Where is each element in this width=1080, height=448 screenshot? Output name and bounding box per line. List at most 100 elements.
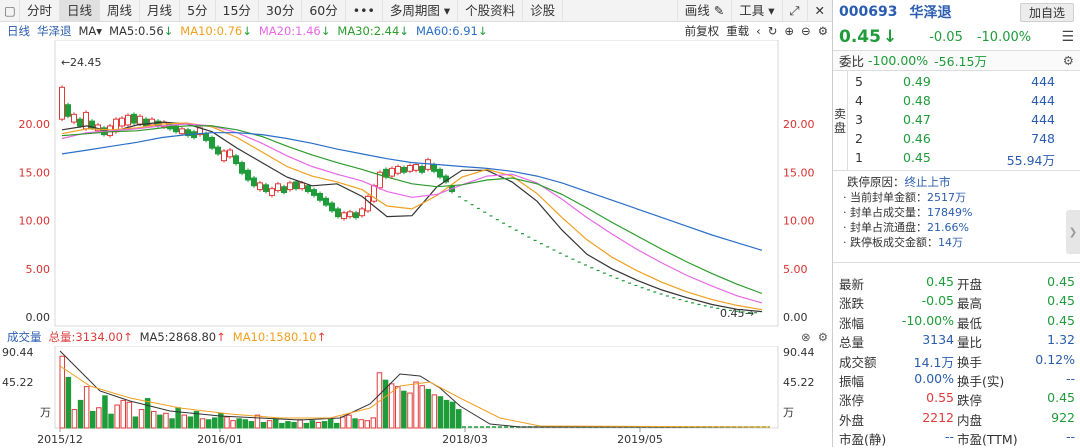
volume-bar <box>114 404 120 429</box>
volume-total-text: 总量:3134.00 <box>48 330 123 344</box>
ma60-text: MA60:6.91 <box>415 24 478 38</box>
draw-line-button[interactable]: 画线 ✎ <box>676 0 731 22</box>
volume-bar <box>346 414 352 429</box>
candle-body <box>275 183 281 192</box>
volume-bar <box>395 386 401 429</box>
candle-body <box>263 184 269 193</box>
candle-body <box>305 185 311 193</box>
y-tick-right: 0.00 <box>783 311 808 324</box>
volume-ma10-text: MA10:1580.10 <box>232 330 317 344</box>
volume-bar <box>102 395 108 429</box>
volume-bar <box>334 422 340 429</box>
ma-dropdown[interactable]: MA▾ <box>79 24 103 38</box>
candle-body <box>203 133 209 141</box>
candle-body <box>245 169 251 181</box>
menu-icon[interactable]: ☰ <box>1061 29 1074 45</box>
sell-level: 4 <box>855 93 863 108</box>
quote-value: 0.45 <box>1047 274 1075 289</box>
candle-body <box>335 208 341 218</box>
tab-monthly[interactable]: 月线 <box>140 0 181 22</box>
candle-body <box>227 149 233 158</box>
reason-value: 终止上市 <box>904 175 951 189</box>
volume-bar <box>352 418 358 429</box>
sell-order-row: 4 0.48 444 <box>855 93 1075 111</box>
candle-body <box>77 118 83 127</box>
ma-status-bar: 日线 华泽退 MA▾ MA5:0.56↓ MA10:0.76↓ MA20:1.4… <box>0 22 832 40</box>
volume-close-icon[interactable]: ⊗ <box>801 330 811 344</box>
candle-body <box>251 177 257 187</box>
price-frame <box>54 40 779 327</box>
reason-key: · 封单占流通盘： <box>843 221 927 234</box>
tab-stock-info[interactable]: 个股资料 <box>458 0 524 22</box>
order-settings-icon[interactable]: ⚙ <box>1063 53 1074 68</box>
fq-label[interactable]: 前复权 <box>685 23 720 39</box>
back-icon[interactable]: ‹ <box>756 24 761 38</box>
y-tick-right: 15.00 <box>783 166 815 179</box>
y-tick-right: 10.00 <box>783 215 815 228</box>
x-tick: 2018/03 <box>442 433 488 446</box>
candle-body <box>233 155 239 165</box>
volume-bar <box>303 422 309 429</box>
volume-bar <box>401 390 407 429</box>
volume-bar <box>187 416 194 429</box>
y-tick-left: 0.00 <box>26 311 51 324</box>
tab-60min[interactable]: 60分 <box>302 0 346 22</box>
candle-body <box>131 113 137 124</box>
down-arrow-icon: ↓ <box>882 27 898 47</box>
tab-fenshi[interactable]: 分时 <box>20 0 61 22</box>
close-icon[interactable]: ✕ <box>806 0 832 22</box>
y-tick-left: 10.00 <box>19 215 51 228</box>
zoom-in-icon[interactable]: ⊕ <box>784 24 794 38</box>
quote-row: 涨跌 -0.05 最高 0.45 <box>833 292 1080 311</box>
candle-body <box>215 146 221 155</box>
candle-body <box>329 202 335 212</box>
tab-15min[interactable]: 15分 <box>216 0 259 22</box>
candle-body <box>311 189 317 196</box>
ma5-value: MA5:0.56↓ <box>109 24 174 38</box>
settings-icon[interactable]: ⚙ <box>818 24 828 38</box>
volume-bar <box>71 409 78 429</box>
quote-label: 换手(实) <box>957 373 1005 389</box>
quote-value: 0.45 <box>1047 390 1075 406</box>
vol-tick-unit-right: 万 <box>783 406 794 419</box>
tab-5min[interactable]: 5分 <box>180 0 216 22</box>
add-watchlist-button[interactable]: 加自选 <box>1019 2 1074 22</box>
volume-total: 总量:3134.00↑ <box>48 330 133 344</box>
chevron-down-icon: ▾ <box>768 2 775 18</box>
quote-value: -0.05 <box>921 293 954 309</box>
volume-bar <box>65 376 72 429</box>
zoom-out-icon[interactable]: ⊖ <box>801 24 811 38</box>
current-price: 0.45 <box>839 27 881 47</box>
collapse-icon[interactable]: ▢ <box>0 0 20 22</box>
tab-weekly[interactable]: 周线 <box>100 0 141 22</box>
reload-label[interactable]: 重载 <box>726 23 749 39</box>
candle-body <box>65 104 71 117</box>
tab-daily[interactable]: 日线 <box>60 0 101 22</box>
tab-diagnose[interactable]: 诊股 <box>523 0 564 22</box>
ma10-text: MA10:0.76 <box>180 24 243 38</box>
ma5-text: MA5:0.56 <box>109 24 164 38</box>
price-chart: 20.00 15.00 10.00 5.00 0.00 20.00 15.00 10.00 5… <box>19 40 815 327</box>
fullscreen-icon[interactable]: ⤢ <box>781 0 807 22</box>
volume-settings-icon[interactable]: ⚙ <box>818 330 828 344</box>
quote-label: 涨停 <box>839 393 865 409</box>
volume-status-bar: 成交量 总量:3134.00↑ MA5:2868.80↑ MA10:1580.1… <box>0 328 832 346</box>
stock-label: 华泽退 <box>37 24 72 38</box>
stock-name: 华泽退 <box>909 5 952 21</box>
tab-multi-period[interactable]: 多周期图 ▾ <box>383 0 459 22</box>
expand-panel-icon[interactable]: ❯ <box>1066 210 1080 254</box>
limit-down-reason: 跌停原因：终止上市 · 当前封单金额：2517万 · 封单占成交量：17849% ·… <box>833 171 1080 263</box>
quote-label: 最高 <box>957 296 983 312</box>
tools-button[interactable]: 工具 ▾ <box>731 0 781 22</box>
refresh-icon[interactable]: ↻ <box>768 24 778 38</box>
tab-30min[interactable]: 30分 <box>259 0 303 22</box>
quote-value: 3134 <box>922 332 954 348</box>
candle-body <box>419 165 425 173</box>
volume-bar <box>315 421 322 429</box>
quote-label: 振幅 <box>839 373 865 389</box>
panel-header: 000693 华泽退 加自选 <box>833 0 1080 24</box>
candle-body <box>257 182 263 191</box>
reason-title: 跌停原因：终止上市 <box>833 175 1080 190</box>
volume-bar <box>425 388 431 429</box>
tab-more[interactable]: ••• <box>346 0 383 22</box>
